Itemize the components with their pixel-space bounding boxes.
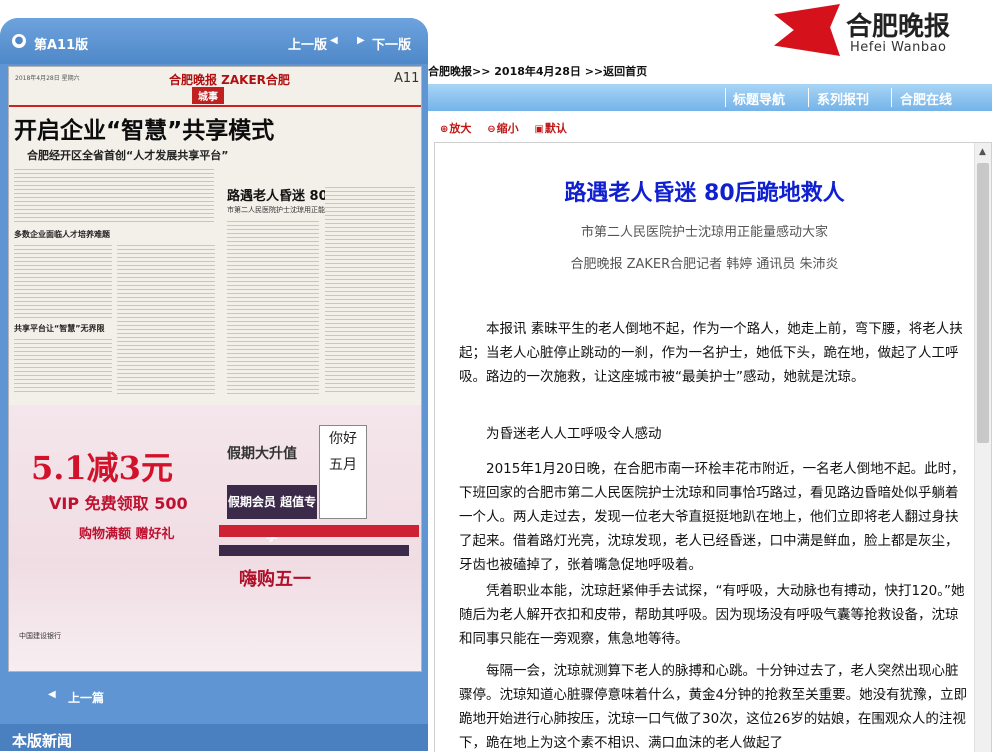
newspaper-advertisement[interactable]: 5.1减3元 VIP 免费领取 500 购物满额 赠好礼 假期大升值 假期会员 … [9, 405, 421, 671]
magnifier-minus-icon: ⊖ [487, 124, 496, 135]
article-title: 路遇老人昏迷 80后跪地救人 [564, 181, 845, 206]
newspaper-text-block [227, 219, 319, 395]
nav-series-papers[interactable]: 系列报刊 [817, 89, 869, 108]
left-panel: ● 第A11版 上一版 ◀ ▶ 下一版 2018年4月28日 星期六 合肥晚报 … [0, 18, 428, 751]
article-subtitle: 市第二人民医院护士沈琼用正能量感动大家 [580, 225, 828, 240]
text-size-tools: ⊕放大 ⊖缩小 ▣默认 [440, 120, 579, 136]
newspaper-page-thumbnail[interactable]: 2018年4月28日 星期六 合肥晚报 ZAKER合肥 A11 城事 开启企业“… [8, 66, 422, 672]
logo-chinese-name: 合肥晚报 [846, 12, 951, 42]
scroll-up-arrow-icon[interactable]: ▲ [979, 147, 986, 157]
ad-hello-card: 你好 五月 [319, 425, 367, 519]
breadcrumb-date: 2018年4月28日 [494, 65, 581, 78]
ad-title: 假期大升值 [227, 446, 297, 462]
triangle-left-icon[interactable]: ◀ [48, 689, 56, 700]
newspaper-headline-1[interactable]: 开启企业“智慧”共享模式 [14, 111, 274, 145]
next-edition-link[interactable]: 下一版 [372, 34, 411, 53]
nav-hefei-online[interactable]: 合肥在线 [900, 89, 952, 108]
nav-bar: 标题导航 系列报刊 合肥在线 [428, 84, 992, 111]
breadcrumb-site[interactable]: 合肥晚报>> [428, 65, 490, 78]
reset-icon: ▣ [534, 124, 544, 135]
scrollbar-thumb[interactable] [977, 163, 989, 443]
default-size-button[interactable]: ▣默认 [534, 120, 566, 136]
ad-headline: 5.1减3元 [31, 449, 173, 487]
ad-vip-text: VIP 免费领取 500 [49, 494, 188, 513]
article-scrollbar[interactable]: ▲ [974, 143, 991, 752]
newspaper-subhead-2: 多数企业面临人才培养难题 [14, 230, 110, 239]
newspaper-subhead-3: 共享平台让“智慧”无界限 [14, 324, 105, 333]
zoom-out-button[interactable]: ⊖缩小 [487, 120, 518, 136]
article-paragraph: 本报讯 素昧平生的老人倒地不起，作为一个路人，她走上前，弯下腰，将老人扶起；当老… [459, 321, 963, 385]
nav-divider [891, 88, 892, 107]
logo-english-name: Hefei Wanbao [850, 40, 947, 55]
nav-divider [725, 88, 726, 107]
ad-gift-text: 购物满额 赠好礼 [79, 527, 175, 542]
newspaper-page-number: A11 [394, 71, 420, 86]
article-byline: 合肥晚报 ZAKER合肥记者 韩婷 通讯员 朱沛炎 [570, 257, 839, 272]
article-paragraph: 2015年1月20日晚，在合肥市南一环桧丰花市附近，一名老人倒地不起。此时，下班… [459, 461, 965, 573]
edition-header: ● 第A11版 上一版 ◀ ▶ 下一版 [0, 18, 428, 64]
disc-icon: ● [12, 34, 26, 48]
ad-stamp-text: 嗨购五一 [239, 569, 311, 590]
prev-article-link[interactable]: 上一篇 [68, 689, 104, 706]
ad-bank-logo: 中国建设银行 [19, 632, 61, 640]
prev-edition-link[interactable]: 上一版 [288, 34, 327, 53]
newspaper-text-block [14, 243, 112, 319]
brand-mark-icon [774, 4, 840, 56]
section-news-bar: 本版新闻 [0, 724, 428, 751]
breadcrumb: 合肥晚报>> 2018年4月28日 >>返回首页 [428, 63, 647, 79]
article-frame: 路遇老人昏迷 80后跪地救人 市第二人民医院护士沈琼用正能量感动大家 合肥晚报 … [434, 142, 992, 752]
zoom-in-button[interactable]: ⊕放大 [440, 120, 471, 136]
newspaper-masthead: 2018年4月28日 星期六 合肥晚报 ZAKER合肥 A11 城事 [9, 67, 421, 107]
newspaper-date: 2018年4月28日 星期六 [15, 75, 80, 82]
article-paragraph: 凭着职业本能，沈琼赶紧伸手去试探，“有呼吸，大动脉也有搏动，快打120。”她随后… [459, 583, 965, 647]
site-logo[interactable]: 合肥晚报 Hefei Wanbao [770, 2, 992, 58]
ad-banner-strip [219, 525, 419, 537]
nav-title-navigation[interactable]: 标题导航 [733, 89, 785, 108]
newspaper-text-block [117, 243, 215, 395]
newspaper-text-block [14, 337, 112, 395]
triangle-right-icon[interactable]: ▶ [357, 35, 365, 46]
default-size-label: 默认 [544, 122, 567, 135]
triangle-left-icon[interactable]: ◀ [330, 35, 338, 46]
zoom-out-label: 缩小 [496, 122, 519, 135]
newspaper-text-block [14, 167, 214, 225]
section-news-label: 本版新闻 [12, 732, 73, 750]
newspaper-text-block [325, 185, 415, 395]
zoom-in-label: 放大 [449, 122, 472, 135]
magnifier-plus-icon: ⊕ [440, 124, 449, 135]
article-paragraph: 每隔一会，沈琼就测算下老人的脉搏和心跳。十分钟过去了，老人突然出现心脏骤停。沈琼… [459, 663, 968, 751]
ad-banner-strip [219, 545, 409, 556]
article-subheading: 为昏迷老人人工呼吸令人感动 [486, 426, 662, 442]
newspaper-section-tag: 城事 [192, 87, 224, 104]
ad-member-box: 假期会员 超值专享 [227, 485, 317, 543]
newspaper-subhead-1: 合肥经开区全省首创“人才发展共享平台” [27, 149, 229, 162]
newspaper-logo: 合肥晚报 ZAKER合肥 [169, 73, 290, 87]
nav-divider [808, 88, 809, 107]
edition-label: 第A11版 [34, 38, 89, 53]
back-home-link[interactable]: >>返回首页 [585, 65, 647, 78]
